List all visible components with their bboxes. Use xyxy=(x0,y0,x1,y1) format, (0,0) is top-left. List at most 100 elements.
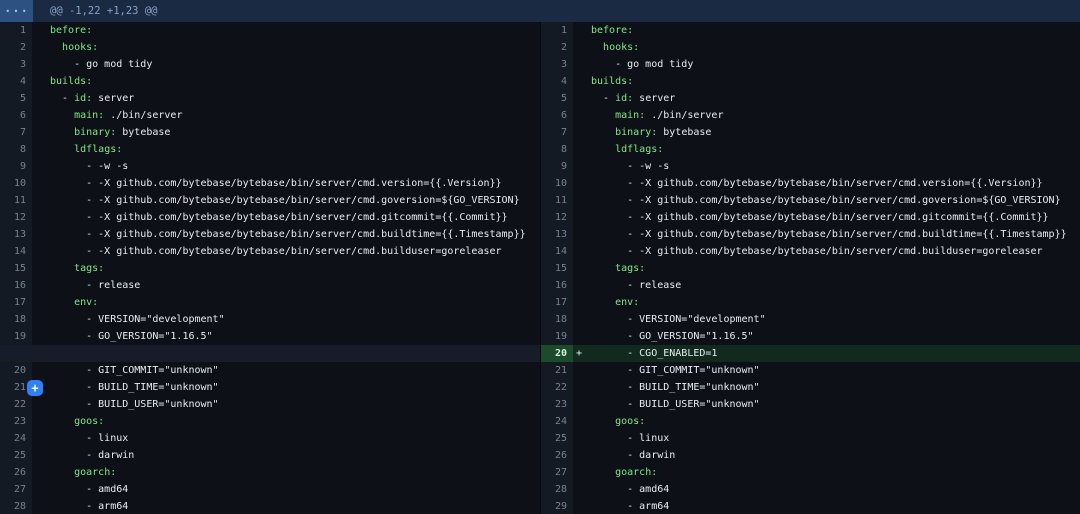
line-number[interactable]: 9 xyxy=(541,158,573,175)
line-number[interactable]: 11 xyxy=(541,192,573,209)
yaml-key-token: env: xyxy=(74,297,98,308)
line-number[interactable]: 3 xyxy=(0,56,32,73)
line-number[interactable]: 8 xyxy=(0,141,32,158)
line-number[interactable]: 8 xyxy=(541,141,573,158)
line-number[interactable]: 4 xyxy=(0,73,32,90)
code-token: - VERSION="development" xyxy=(50,314,225,325)
diff-marker xyxy=(573,413,591,430)
diff-marker xyxy=(573,447,591,464)
line-number[interactable]: 28 xyxy=(0,498,32,514)
line-number[interactable]: 22 xyxy=(541,379,573,396)
line-number[interactable]: 22 xyxy=(0,396,32,413)
line-number[interactable]: 23 xyxy=(541,396,573,413)
code-token: - -X github.com/bytebase/bytebase/bin/se… xyxy=(591,246,1043,257)
code-line: env: xyxy=(591,294,1080,311)
code-token: - arm64 xyxy=(50,501,128,512)
line-number[interactable]: 26 xyxy=(541,447,573,464)
code-token: - -X github.com/bytebase/bytebase/bin/se… xyxy=(50,246,502,257)
diff-marker xyxy=(573,39,591,56)
yaml-key-token: hooks: xyxy=(603,42,639,53)
diff-row: 19 - GO_VERSION="1.16.5" xyxy=(0,328,540,345)
line-number[interactable]: 13 xyxy=(0,226,32,243)
line-number[interactable]: 28 xyxy=(541,481,573,498)
diff-row: 9 - -w -s xyxy=(0,158,540,175)
line-number[interactable]: 2 xyxy=(0,39,32,56)
code-line: tags: xyxy=(591,260,1080,277)
line-number[interactable]: 11 xyxy=(0,192,32,209)
line-number[interactable]: 3 xyxy=(541,56,573,73)
line-number[interactable]: 24 xyxy=(541,413,573,430)
line-number[interactable]: 15 xyxy=(541,260,573,277)
line-number[interactable]: 18 xyxy=(0,311,32,328)
diff-marker xyxy=(32,209,50,226)
diff-marker xyxy=(32,311,50,328)
line-number[interactable]: 17 xyxy=(541,294,573,311)
line-number[interactable]: 27 xyxy=(0,481,32,498)
code-token: - -X github.com/bytebase/bytebase/bin/se… xyxy=(591,178,1043,189)
line-number[interactable]: 4 xyxy=(541,73,573,90)
diff-row: 20+ - CGO_ENABLED=1 xyxy=(541,345,1080,362)
line-number[interactable]: 16 xyxy=(0,277,32,294)
code-line: goos: xyxy=(50,413,540,430)
code-line: - BUILD_USER="unknown" xyxy=(50,396,540,413)
code-token: - amd64 xyxy=(591,484,669,495)
code-line: - -X github.com/bytebase/bytebase/bin/se… xyxy=(591,209,1080,226)
line-number[interactable]: 6 xyxy=(541,107,573,124)
expand-hunk-button[interactable]: ··· xyxy=(0,0,33,22)
line-number[interactable]: 19 xyxy=(541,328,573,345)
diff-row: 1before: xyxy=(0,22,540,39)
code-token xyxy=(50,297,74,308)
line-number[interactable]: 13 xyxy=(541,226,573,243)
diff-marker xyxy=(573,243,591,260)
line-number[interactable]: 5 xyxy=(0,90,32,107)
diff-row: 14 - -X github.com/bytebase/bytebase/bin… xyxy=(541,243,1080,260)
line-number[interactable]: 10 xyxy=(541,175,573,192)
line-number[interactable]: 25 xyxy=(541,430,573,447)
line-number[interactable]: 21 xyxy=(541,362,573,379)
line-number[interactable]: 19 xyxy=(0,328,32,345)
code-token: - GIT_COMMIT="unknown" xyxy=(50,365,219,376)
code-line: - linux xyxy=(50,430,540,447)
code-line: - GO_VERSION="1.16.5" xyxy=(50,328,540,345)
code-token: - GO_VERSION="1.16.5" xyxy=(591,331,754,342)
line-number[interactable]: 9 xyxy=(0,158,32,175)
code-token: - release xyxy=(591,280,681,291)
line-number[interactable]: 7 xyxy=(541,124,573,141)
added-line-marker: + xyxy=(573,345,591,362)
line-number[interactable]: 29 xyxy=(541,498,573,514)
code-token xyxy=(591,42,603,53)
line-number[interactable]: 7 xyxy=(0,124,32,141)
line-number[interactable]: 12 xyxy=(0,209,32,226)
line-number[interactable]: 1 xyxy=(0,22,32,39)
diff-row: 28 - arm64 xyxy=(0,498,540,514)
line-number[interactable]: 16 xyxy=(541,277,573,294)
diff-marker xyxy=(32,124,50,141)
line-number[interactable]: 14 xyxy=(541,243,573,260)
diff-marker xyxy=(573,294,591,311)
line-number[interactable]: 20 xyxy=(0,362,32,379)
line-number[interactable]: 20 xyxy=(541,345,573,362)
line-number[interactable]: 5 xyxy=(541,90,573,107)
line-number[interactable]: 14 xyxy=(0,243,32,260)
line-number[interactable]: 18 xyxy=(541,311,573,328)
diff-marker xyxy=(32,175,50,192)
line-number[interactable]: 26 xyxy=(0,464,32,481)
line-number[interactable]: 27 xyxy=(541,464,573,481)
line-number[interactable]: 25 xyxy=(0,447,32,464)
line-number[interactable]: 15 xyxy=(0,260,32,277)
add-comment-button[interactable]: + xyxy=(27,380,43,396)
line-number[interactable]: 2 xyxy=(541,39,573,56)
yaml-key-token: ldflags: xyxy=(615,144,663,155)
line-number[interactable]: 23 xyxy=(0,413,32,430)
line-number[interactable]: 24 xyxy=(0,430,32,447)
code-line: ldflags: xyxy=(50,141,540,158)
diff-marker xyxy=(573,192,591,209)
line-number[interactable]: 1 xyxy=(541,22,573,39)
line-number[interactable]: 6 xyxy=(0,107,32,124)
diff-marker xyxy=(32,56,50,73)
line-number[interactable]: 12 xyxy=(541,209,573,226)
yaml-key-token: env: xyxy=(615,297,639,308)
code-token xyxy=(591,467,615,478)
line-number[interactable]: 17 xyxy=(0,294,32,311)
line-number[interactable]: 10 xyxy=(0,175,32,192)
